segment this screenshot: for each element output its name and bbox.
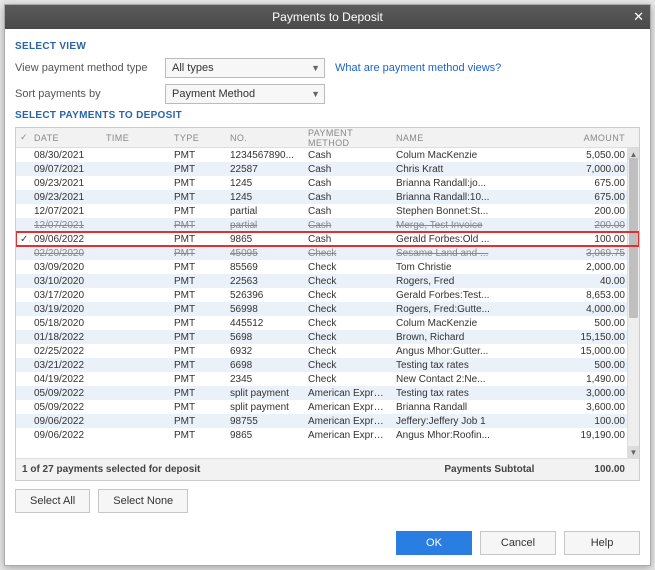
dialog-title: Payments to Deposit (272, 10, 383, 24)
table-header: ✓ DATE TIME TYPE NO. PAYMENT METHOD NAME… (16, 128, 639, 148)
table-row[interactable]: 04/19/2022PMT2345CheckNew Contact 2:Ne..… (16, 372, 639, 386)
subtotal-amount: 100.00 (594, 464, 625, 475)
col-amount[interactable]: AMOUNT (510, 133, 639, 143)
table-row[interactable]: 03/21/2022PMT6698CheckTesting tax rates5… (16, 358, 639, 372)
select-none-button[interactable]: Select None (98, 489, 188, 513)
table-footer: 1 of 27 payments selected for deposit Pa… (16, 458, 639, 480)
view-method-value: All types (172, 62, 214, 74)
payments-to-deposit-dialog: Payments to Deposit ✕ SELECT VIEW View p… (4, 4, 651, 566)
table-row[interactable]: 05/09/2022PMTsplit paymentAmerican Expre… (16, 386, 639, 400)
table-row[interactable]: ✓09/06/2022PMT9865CashGerald Forbes:Old … (16, 232, 639, 246)
rows-container: 08/30/2021PMT1234567890...CashColum MacK… (16, 148, 639, 442)
col-time[interactable]: TIME (102, 133, 170, 143)
col-type[interactable]: TYPE (170, 133, 226, 143)
sort-by-select[interactable]: Payment Method ▼ (165, 84, 325, 104)
titlebar: Payments to Deposit ✕ (5, 5, 650, 29)
table-row[interactable]: 03/19/2020PMT56998CheckRogers, Fred:Gutt… (16, 302, 639, 316)
col-no[interactable]: NO. (226, 133, 304, 143)
col-date[interactable]: DATE (30, 133, 102, 143)
subtotal-label: Payments Subtotal (444, 464, 534, 475)
table-row[interactable]: 05/09/2022PMTsplit paymentAmerican Expre… (16, 400, 639, 414)
table-row[interactable]: 12/07/2021PMTpartialCashStephen Bonnet:S… (16, 204, 639, 218)
table-row[interactable]: 09/06/2022PMT9865American ExpressAngus M… (16, 428, 639, 442)
help-button[interactable]: Help (564, 531, 640, 555)
scrollbar[interactable]: ▲ ▼ (627, 148, 639, 458)
table-row[interactable]: 02/25/2022PMT6932CheckAngus Mhor:Gutter.… (16, 344, 639, 358)
chevron-down-icon: ▼ (311, 63, 320, 73)
scroll-down-icon[interactable]: ▼ (628, 446, 639, 458)
table-row[interactable]: 09/06/2022PMT98755American ExpressJeffer… (16, 414, 639, 428)
table-row[interactable]: 09/23/2021PMT1245CashBrianna Randall:jo.… (16, 176, 639, 190)
ok-button[interactable]: OK (396, 531, 472, 555)
select-all-button[interactable]: Select All (15, 489, 90, 513)
table-row[interactable]: 09/23/2021PMT1245CashBrianna Randall:10.… (16, 190, 639, 204)
select-payments-label: SELECT PAYMENTS TO DEPOSIT (15, 110, 640, 121)
table-row[interactable]: 03/09/2020PMT85569CheckTom Christie2,000… (16, 260, 639, 274)
table-row[interactable]: 09/07/2021PMT22587CashChris Kratt7,000.0… (16, 162, 639, 176)
table-row[interactable]: 01/18/2022PMT5698CheckBrown, Richard15,1… (16, 330, 639, 344)
table-row[interactable]: 12/07/2021PMTpartialCashMerge, Test Invo… (16, 218, 639, 232)
cancel-button[interactable]: Cancel (480, 531, 556, 555)
col-mark[interactable]: ✓ (16, 132, 30, 143)
payments-table: ✓ DATE TIME TYPE NO. PAYMENT METHOD NAME… (15, 127, 640, 481)
close-icon[interactable]: ✕ (633, 9, 644, 25)
col-name[interactable]: NAME (392, 133, 510, 143)
table-row[interactable]: 05/18/2020PMT445512CheckColum MacKenzie5… (16, 316, 639, 330)
select-view-label: SELECT VIEW (15, 41, 640, 52)
table-row[interactable]: 03/17/2020PMT526396CheckGerald Forbes:Te… (16, 288, 639, 302)
selection-summary: 1 of 27 payments selected for deposit (22, 464, 200, 475)
sort-by-value: Payment Method (172, 88, 255, 100)
payment-method-views-link[interactable]: What are payment method views? (335, 62, 501, 74)
sort-by-label: Sort payments by (15, 88, 165, 100)
table-row[interactable]: 03/10/2020PMT22563CheckRogers, Fred40.00 (16, 274, 639, 288)
view-method-label: View payment method type (15, 62, 165, 74)
view-method-select[interactable]: All types ▼ (165, 58, 325, 78)
table-row[interactable]: 08/30/2021PMT1234567890...CashColum MacK… (16, 148, 639, 162)
chevron-down-icon: ▼ (311, 89, 320, 99)
table-row[interactable]: 02/20/2020PMT45095CheckSesame Land and .… (16, 246, 639, 260)
col-pm[interactable]: PAYMENT METHOD (304, 128, 392, 148)
